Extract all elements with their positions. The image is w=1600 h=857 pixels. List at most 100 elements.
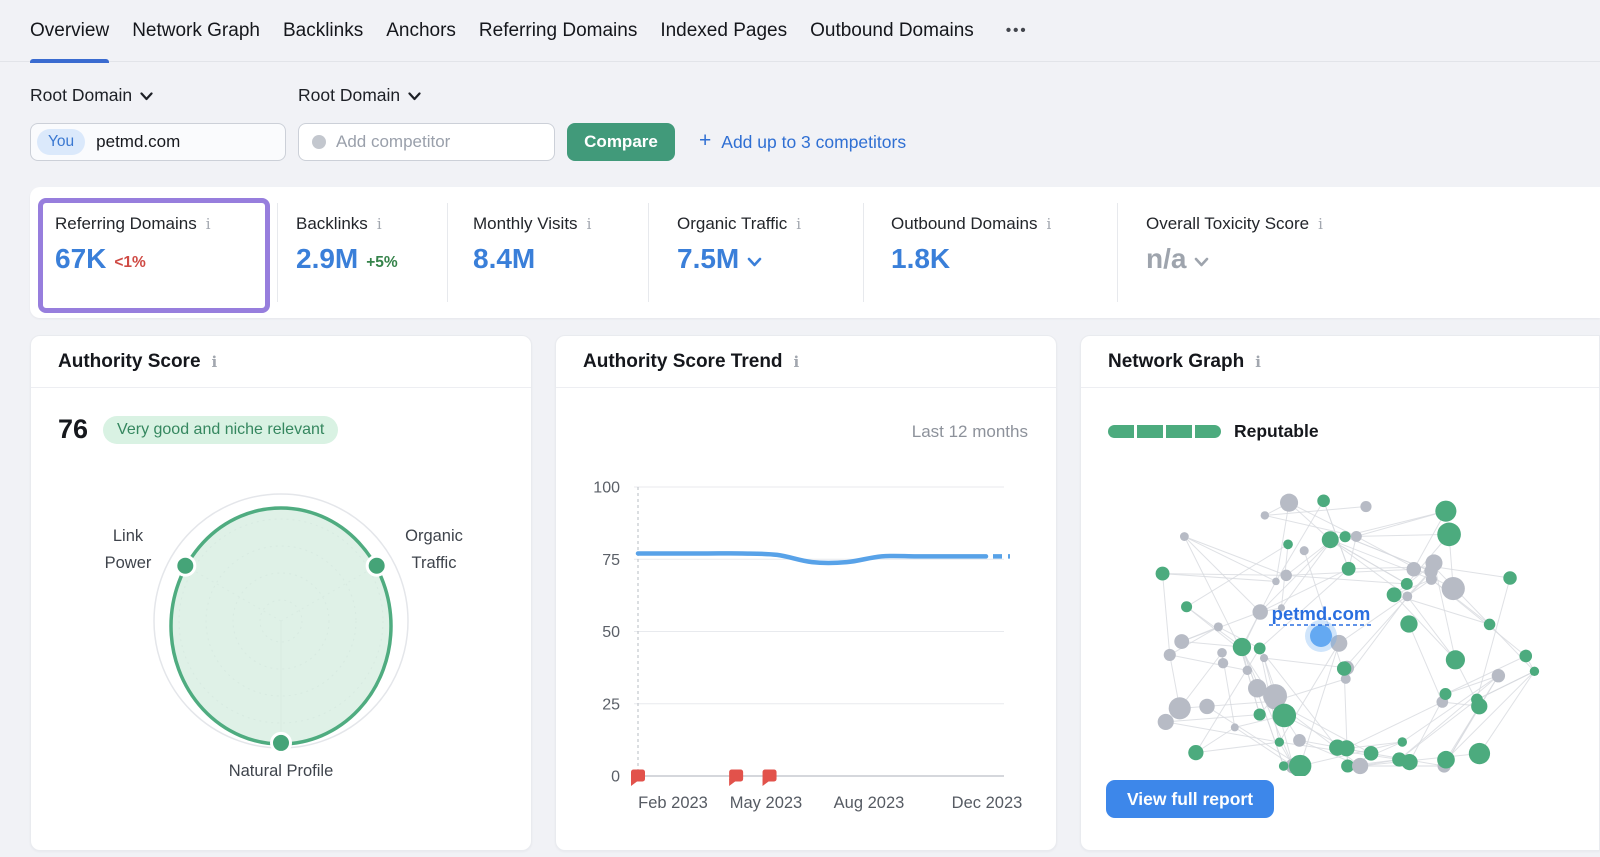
- x-tick-label: Dec 2023: [952, 794, 1023, 812]
- authority-score-card: Authority Score i 76 Very good and niche…: [30, 335, 532, 851]
- metric-organic-traffic: Organic Traffic i 7.5M: [677, 187, 801, 318]
- radar-axis-label-natural-profile: Natural Profile: [229, 762, 334, 780]
- you-scope-dropdown[interactable]: Root Domain: [30, 85, 153, 106]
- info-icon[interactable]: i: [206, 215, 211, 233]
- meter-segment: [1195, 425, 1221, 438]
- info-icon[interactable]: i: [587, 215, 592, 233]
- compare-filters: Root Domain Root Domain You petmd.com Ad…: [30, 62, 1600, 187]
- y-tick-label: 100: [593, 480, 620, 497]
- authority-score-radar-chart: Link Power Organic Traffic Natural Profile: [105, 493, 463, 780]
- competitor-scope-dropdown[interactable]: Root Domain: [298, 85, 421, 106]
- tab-overview[interactable]: Overview: [30, 0, 110, 63]
- you-domain-value: petmd.com: [96, 132, 181, 151]
- metric-value: n/a: [1146, 243, 1187, 274]
- metric-divider: [648, 203, 649, 302]
- tab-network-graph[interactable]: Network Graph: [132, 0, 260, 62]
- favicon-placeholder-icon: [312, 135, 326, 149]
- authority-score-badge: Very good and niche relevant: [103, 415, 339, 444]
- report-tabbar: Overview Network Graph Backlinks Anchors Ref…: [0, 0, 1600, 63]
- info-icon[interactable]: i: [1318, 215, 1323, 233]
- you-badge: You: [37, 129, 86, 155]
- add-competitor-input[interactable]: Add competitor: [298, 123, 555, 161]
- tab-indexed-pages[interactable]: Indexed Pages: [660, 0, 787, 62]
- meter-segment: [1108, 425, 1134, 438]
- you-scope-label: Root Domain: [30, 85, 133, 105]
- google-update-flag-icon[interactable]: [762, 769, 777, 787]
- network-graph-header: Network Graph i: [1081, 336, 1599, 388]
- metric-divider: [863, 203, 864, 302]
- reputation-label: Reputable: [1234, 421, 1319, 441]
- chevron-down-icon[interactable]: [747, 257, 762, 267]
- add-competitor-placeholder: Add competitor: [336, 132, 451, 151]
- tab-anchors[interactable]: Anchors: [386, 0, 456, 62]
- info-icon[interactable]: i: [1046, 215, 1051, 233]
- metric-value: 7.5M: [677, 243, 740, 274]
- metric-label: Organic Traffic i: [677, 214, 801, 234]
- reputation-meter-row: Reputable: [1108, 421, 1319, 442]
- chevron-down-icon[interactable]: [1194, 257, 1209, 267]
- network-graph-title: Network Graph: [1108, 350, 1245, 372]
- metric-referring-domains: Referring Domains i 67K <1%: [55, 187, 211, 318]
- metric-label-text: Backlinks: [296, 214, 368, 233]
- metric-divider: [1117, 203, 1118, 302]
- plus-icon: +: [699, 129, 712, 152]
- info-icon[interactable]: i: [1255, 353, 1261, 371]
- metric-monthly-visits: Monthly Visits i 8.4M: [473, 187, 591, 318]
- metric-value-row: n/a: [1146, 243, 1323, 275]
- metric-value-row: 7.5M: [677, 243, 801, 275]
- authority-score-value: 76: [58, 414, 89, 444]
- add-competitors-link[interactable]: + Add up to 3 competitors: [699, 123, 906, 161]
- authority-score-header: Authority Score i: [31, 336, 531, 388]
- you-domain-input[interactable]: You petmd.com: [30, 123, 286, 161]
- metric-label: Overall Toxicity Score i: [1146, 214, 1323, 234]
- metric-outbound-domains: Outbound Domains i 1.8K: [891, 187, 1051, 318]
- chevron-down-icon: [140, 92, 153, 101]
- tab-referring-domains[interactable]: Referring Domains: [479, 0, 637, 62]
- add-competitors-label: Add up to 3 competitors: [721, 131, 907, 152]
- metric-backlinks: Backlinks i 2.9M +5%: [296, 187, 398, 318]
- google-update-flag-icon[interactable]: [729, 769, 744, 787]
- backlink-analytics-overview-page: Overview Network Graph Backlinks Anchors Ref…: [0, 0, 1600, 857]
- authority-score-title: Authority Score: [58, 350, 201, 372]
- authority-score-trend-card: Authority Score Trend i Last 12 months 0…: [555, 335, 1057, 851]
- y-tick-label: 0: [611, 769, 620, 786]
- x-tick-label: May 2023: [730, 794, 802, 812]
- trend-header: Authority Score Trend i: [556, 336, 1056, 388]
- metric-overall-toxicity-score: Overall Toxicity Score i n/a: [1146, 187, 1323, 318]
- metric-delta: <1%: [114, 253, 146, 271]
- metric-label-text: Referring Domains: [55, 214, 197, 233]
- info-icon[interactable]: i: [377, 215, 382, 233]
- tab-backlinks[interactable]: Backlinks: [283, 0, 363, 62]
- meter-segment: [1137, 425, 1163, 438]
- info-icon[interactable]: i: [796, 215, 801, 233]
- metric-value: 67K: [55, 243, 107, 274]
- info-icon[interactable]: i: [212, 353, 218, 371]
- view-full-report-button[interactable]: View full report: [1106, 780, 1274, 818]
- radar-axis-label-link-power: Link Power: [105, 527, 152, 572]
- metric-label: Outbound Domains i: [891, 214, 1051, 234]
- metric-value: 2.9M: [296, 243, 359, 274]
- authority-score-trend-chart: 0 25 50 75 100 Feb 2023 May 2023 Aug 2023 Dec 20…: [593, 480, 1023, 813]
- trend-title: Authority Score Trend: [583, 350, 783, 372]
- tab-outbound-domains[interactable]: Outbound Domains: [810, 0, 974, 62]
- metric-label-text: Organic Traffic: [677, 214, 788, 233]
- network-center-domain-label[interactable]: petmd.com: [1272, 603, 1371, 624]
- network-graph-card: Network Graph i Reputable petmd.com View…: [1080, 335, 1600, 851]
- metric-label: Backlinks i: [296, 214, 398, 234]
- authority-score-value-row: 76 Very good and niche relevant: [58, 414, 339, 445]
- info-icon[interactable]: i: [794, 353, 800, 371]
- metric-value-row: 1.8K: [891, 243, 1051, 275]
- google-update-flag-icon[interactable]: [631, 769, 645, 787]
- compare-button[interactable]: Compare: [567, 123, 675, 161]
- metric-value-row: 67K <1%: [55, 243, 211, 275]
- y-tick-label: 50: [602, 624, 620, 641]
- metric-value-row: 8.4M: [473, 243, 591, 275]
- metric-value-row: 2.9M +5%: [296, 243, 398, 275]
- more-tabs-button[interactable]: •••: [997, 22, 1028, 39]
- metric-delta: +5%: [366, 253, 398, 271]
- meter-segment: [1166, 425, 1192, 438]
- metric-label-text: Monthly Visits: [473, 214, 578, 233]
- metric-label-text: Overall Toxicity Score: [1146, 214, 1310, 233]
- metric-label-text: Outbound Domains: [891, 214, 1038, 233]
- y-tick-label: 75: [602, 552, 620, 569]
